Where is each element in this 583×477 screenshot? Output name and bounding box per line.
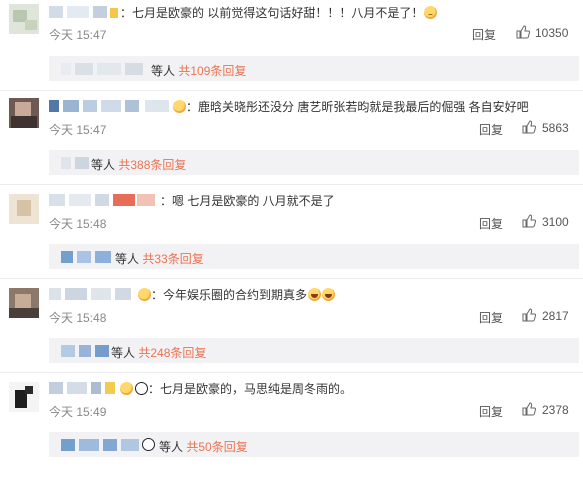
- like-count: 3100: [542, 215, 569, 229]
- comment-item: ：七月是欧豪的 以前觉得这句话好甜！！！八月不是了！ 今天 15:47 回复 1…: [0, 0, 583, 94]
- reply-button[interactable]: 回复: [479, 215, 503, 232]
- comment-text: ：鹿晗关晓彤还没分 唐艺昕张若昀就是我最后的倔强 各自安好吧: [172, 100, 529, 114]
- timestamp: 今天 15:47: [49, 123, 107, 137]
- comment-text: ：七月是欧豪的，马思纯是周冬雨的。: [119, 382, 352, 396]
- thumbs-up-icon[interactable]: [516, 25, 530, 39]
- reply-button[interactable]: 回复: [479, 309, 503, 326]
- smiley-face-icon: [120, 382, 133, 395]
- sub-replies-box[interactable]: 等人 共33条回复: [49, 244, 579, 269]
- avatar[interactable]: [9, 288, 39, 318]
- username[interactable]: [49, 288, 133, 300]
- reply-button[interactable]: 回复: [472, 26, 496, 43]
- comment-item: ：嗯 七月是欧豪的 八月就不是了 今天 15:48 回复 3100 等人 共33…: [0, 188, 583, 282]
- smiley-face-icon: [138, 288, 151, 301]
- timestamp: 今天 15:47: [49, 28, 107, 42]
- sub-users-label: 等人: [115, 252, 140, 266]
- divider: [0, 90, 583, 91]
- thumbs-up-icon[interactable]: [522, 214, 536, 228]
- timestamp: 今天 15:48: [49, 311, 107, 325]
- like-count: 2378: [542, 403, 569, 417]
- like-count: 10350: [535, 26, 569, 40]
- reply-button[interactable]: 回复: [479, 403, 503, 420]
- smiley-face-icon: [173, 100, 186, 113]
- timestamp: 今天 15:48: [49, 217, 107, 231]
- username[interactable]: [49, 6, 109, 18]
- sub-usernames: [61, 157, 89, 169]
- username[interactable]: [49, 382, 117, 394]
- smiley-face-icon: [424, 6, 438, 19]
- panda-icon: [135, 382, 148, 395]
- reply-button[interactable]: 回复: [479, 121, 503, 138]
- thumbs-up-icon[interactable]: [522, 120, 536, 134]
- sub-replies-box[interactable]: 等人 共388条回复: [49, 150, 579, 175]
- sub-users-label: 等人: [91, 158, 116, 172]
- divider: [0, 184, 583, 185]
- comment-text: ：今年娱乐圈的合约到期真多: [137, 288, 336, 302]
- thumbs-up-icon[interactable]: [522, 402, 536, 416]
- sub-users-label: 等人: [151, 64, 176, 78]
- panda-icon: [142, 438, 155, 451]
- sub-replies-box[interactable]: 等人 共50条回复: [49, 432, 579, 457]
- thumbs-up-icon[interactable]: [522, 308, 536, 322]
- sub-users-label: 等人: [111, 346, 136, 360]
- comment-text: ：嗯 七月是欧豪的 八月就不是了: [160, 194, 335, 208]
- username[interactable]: [49, 100, 169, 112]
- sub-usernames: [61, 251, 113, 263]
- like-count: 2817: [542, 309, 569, 323]
- sub-reply-count-link[interactable]: 共50条回复: [186, 440, 247, 454]
- sub-usernames: [61, 345, 109, 357]
- sub-users-label: 等人: [159, 440, 184, 454]
- sub-reply-count-link[interactable]: 共109条回复: [178, 64, 246, 78]
- comment-text: ：七月是欧豪的 以前觉得这句话好甜！！！八月不是了！: [110, 6, 438, 20]
- timestamp: 今天 15:49: [49, 405, 107, 419]
- avatar[interactable]: [9, 4, 39, 34]
- divider: [0, 278, 583, 279]
- sub-usernames: [61, 63, 145, 75]
- comment-item: ：今年娱乐圈的合约到期真多 今天 15:48 回复 2817 等人 共248条回…: [0, 282, 583, 376]
- divider: [0, 372, 583, 373]
- username[interactable]: [49, 194, 157, 206]
- sub-reply-count-link[interactable]: 共248条回复: [138, 346, 206, 360]
- sub-usernames: [61, 439, 141, 451]
- avatar[interactable]: [9, 98, 39, 128]
- avatar[interactable]: [9, 382, 39, 412]
- laughing-face-icon: [308, 288, 322, 301]
- sub-reply-count-link[interactable]: 共33条回复: [142, 252, 203, 266]
- like-count: 5863: [542, 121, 569, 135]
- avatar[interactable]: [9, 194, 39, 224]
- sub-replies-box[interactable]: 等人 共248条回复: [49, 338, 579, 363]
- sub-reply-count-link[interactable]: 共388条回复: [118, 158, 186, 172]
- comment-item: ：鹿晗关晓彤还没分 唐艺昕张若昀就是我最后的倔强 各自安好吧 今天 15:47 …: [0, 94, 583, 188]
- laughing-face-icon: [322, 288, 336, 301]
- comment-item: ：七月是欧豪的，马思纯是周冬雨的。 今天 15:49 回复 2378 等人 共5…: [0, 376, 583, 470]
- sub-replies-box[interactable]: 等人 共109条回复: [49, 56, 579, 81]
